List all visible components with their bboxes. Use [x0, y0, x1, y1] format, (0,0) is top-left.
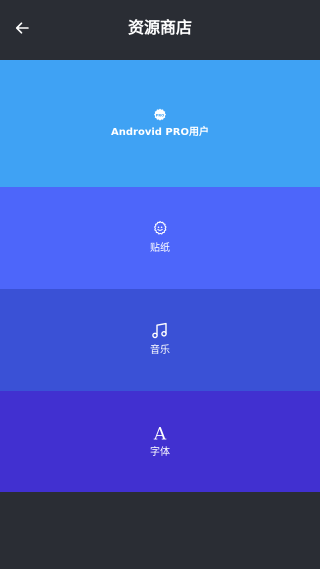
tile-pro-label: Androvid PRO用户 [111, 126, 209, 138]
tile-fonts[interactable]: A 字体 [0, 391, 320, 492]
pro-badge-icon: PRO [154, 108, 166, 121]
resource-store-screen: 资源商店 PRO Androvid PRO用户 贴纸 音乐 A 字体 [0, 0, 320, 569]
tile-pro-user[interactable]: PRO Androvid PRO用户 [0, 60, 320, 187]
tile-music-label: 音乐 [150, 345, 170, 356]
music-note-icon [152, 322, 167, 339]
tile-stickers[interactable]: 贴纸 [0, 187, 320, 289]
tile-music[interactable]: 音乐 [0, 289, 320, 391]
top-app-bar: 资源商店 [0, 0, 320, 60]
tile-stickers-label: 贴纸 [150, 243, 170, 254]
tile-fonts-label: 字体 [150, 446, 170, 458]
empty-bottom-area [0, 492, 320, 569]
font-a-glyph: A [153, 424, 167, 442]
font-a-icon: A [153, 424, 167, 442]
sticker-face-icon [154, 220, 167, 235]
pro-badge-text: PRO [156, 113, 164, 117]
page-title: 资源商店 [127, 18, 192, 37]
